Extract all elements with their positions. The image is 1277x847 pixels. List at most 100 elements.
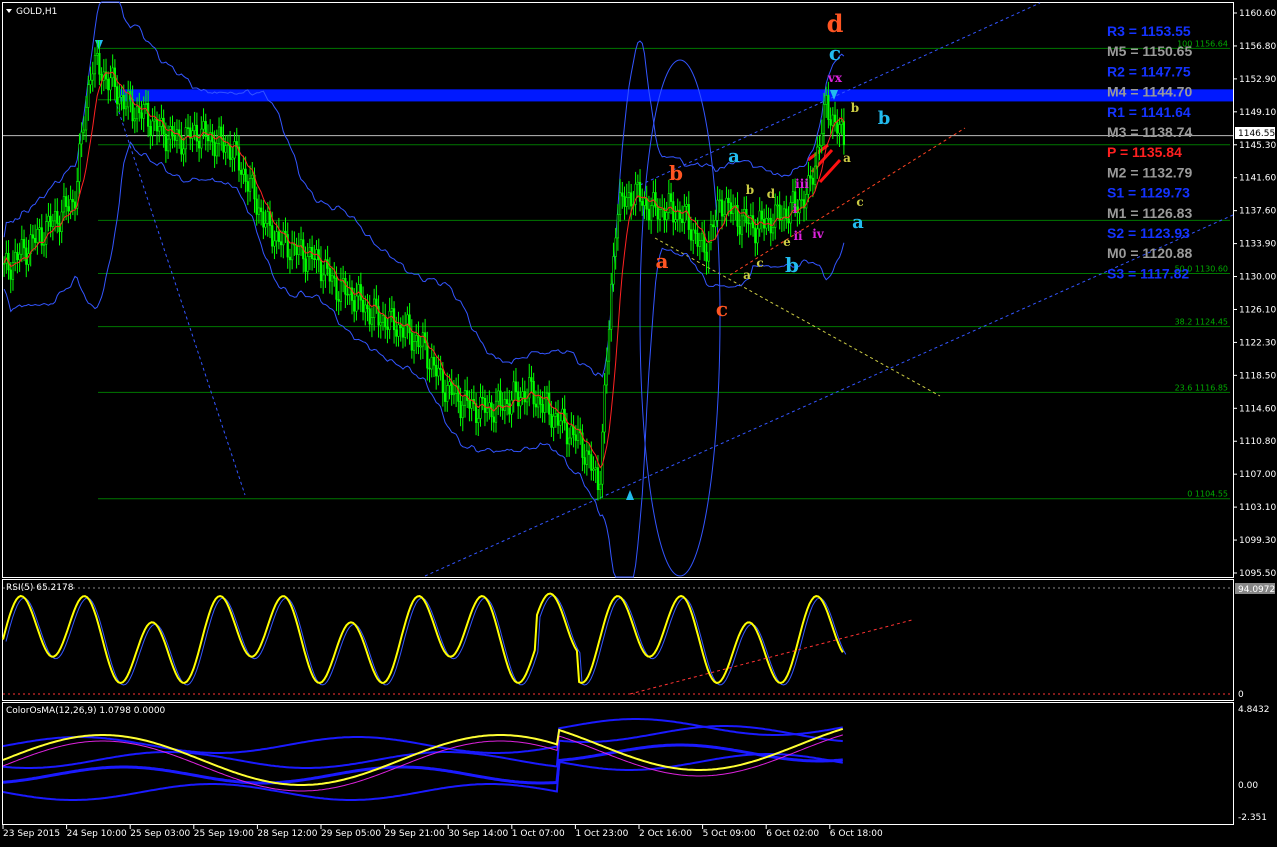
fib-level-label: 23.6 1116.85	[1175, 383, 1228, 392]
candle-body	[738, 225, 741, 235]
pivot-label: R2 = 1147.75	[1107, 63, 1191, 79]
candle-body	[288, 256, 292, 261]
candle-body	[725, 197, 728, 215]
candle-body	[610, 283, 613, 330]
pivot-label: M2 = 1132.79	[1107, 164, 1192, 180]
candle-body	[20, 239, 23, 255]
candle-body	[264, 223, 267, 228]
candle-body	[587, 450, 591, 455]
candle-body	[317, 249, 320, 261]
candle-body	[550, 413, 553, 428]
candle-body	[594, 467, 597, 470]
candle-body	[202, 121, 205, 130]
candle-body	[306, 256, 309, 272]
candle-body	[346, 293, 349, 296]
candle-body	[479, 396, 482, 419]
candle-body	[656, 206, 659, 220]
candle-body	[151, 120, 154, 136]
candle-body	[295, 244, 298, 255]
price-tick-label: 1107.00	[1239, 470, 1276, 480]
candle-body	[809, 175, 812, 179]
candle-body	[499, 390, 502, 406]
candle-body	[91, 73, 94, 81]
candle-body	[242, 168, 245, 175]
candle-body	[818, 145, 821, 148]
candle-body	[62, 196, 66, 213]
candle-body	[585, 450, 588, 465]
candle-body	[166, 138, 170, 152]
candle-body	[448, 381, 451, 386]
candle-body	[319, 259, 323, 282]
candle-body	[49, 215, 52, 227]
candle-body	[481, 396, 484, 399]
candle-body	[459, 401, 462, 419]
candle-body	[452, 393, 456, 396]
candle-body	[255, 198, 258, 215]
candle-body	[707, 242, 710, 262]
candle-body	[669, 193, 673, 202]
candle-body	[554, 413, 557, 417]
candle-body	[386, 326, 389, 330]
candle-body	[149, 126, 152, 136]
candle-body	[16, 251, 19, 261]
candle-body	[339, 280, 343, 302]
candle-body	[696, 232, 699, 247]
candle-body	[36, 229, 39, 243]
candle-body	[468, 400, 471, 409]
candle-body	[508, 403, 511, 415]
wave-label: vx	[827, 71, 843, 85]
candle-body	[65, 196, 68, 207]
candle-body	[740, 215, 744, 235]
candle-body	[654, 192, 657, 208]
candle-body	[213, 141, 216, 157]
candle-body	[532, 381, 535, 405]
candle-body	[432, 356, 436, 366]
candle-body	[681, 218, 684, 223]
candle-body	[494, 400, 498, 423]
wave-label: ii	[793, 229, 803, 243]
candle-body	[698, 240, 701, 247]
candle-body	[322, 274, 325, 282]
candle-body	[705, 251, 708, 262]
wave-label: a	[743, 268, 751, 282]
candle-body	[226, 144, 230, 147]
candle-body	[570, 425, 573, 439]
candle-body	[262, 211, 265, 228]
osma-bottom-label: -2.351	[1238, 813, 1267, 823]
candle-body	[718, 199, 721, 202]
candle-body	[25, 247, 28, 265]
pivot-label: S1 = 1129.73	[1107, 185, 1190, 201]
candle-body	[195, 124, 198, 142]
candle-body	[412, 341, 416, 351]
candle-body	[271, 225, 274, 247]
candle-body	[140, 112, 143, 119]
wave-label: c	[716, 297, 728, 321]
candle-body	[87, 84, 90, 108]
candle-body	[647, 208, 651, 221]
candle-body	[822, 104, 826, 134]
candle-body	[42, 243, 46, 246]
candle-body	[397, 324, 400, 337]
candle-body	[643, 198, 646, 206]
candle-body	[118, 96, 121, 105]
price-tick-label: 1156.80	[1239, 42, 1276, 52]
time-tick-label: 1 Oct 23:00	[575, 829, 628, 839]
wave-label: iii	[795, 177, 809, 191]
candle-body	[510, 399, 513, 415]
candle-body	[716, 199, 719, 221]
candle-body	[683, 206, 686, 223]
candle-body	[173, 135, 176, 141]
candle-body	[791, 191, 795, 203]
candle-body	[667, 193, 670, 213]
candle-body	[277, 231, 280, 242]
time-tick-label: 1 Oct 07:00	[512, 829, 565, 839]
candle-body	[266, 211, 269, 224]
candle-body	[229, 144, 232, 160]
candle-body	[820, 133, 823, 146]
time-tick-label: 2 Oct 16:00	[639, 829, 692, 839]
candle-body	[34, 237, 37, 243]
candle-body	[618, 192, 622, 215]
candle-body	[592, 468, 595, 471]
candle-body	[776, 204, 779, 207]
candle-body	[756, 228, 759, 244]
